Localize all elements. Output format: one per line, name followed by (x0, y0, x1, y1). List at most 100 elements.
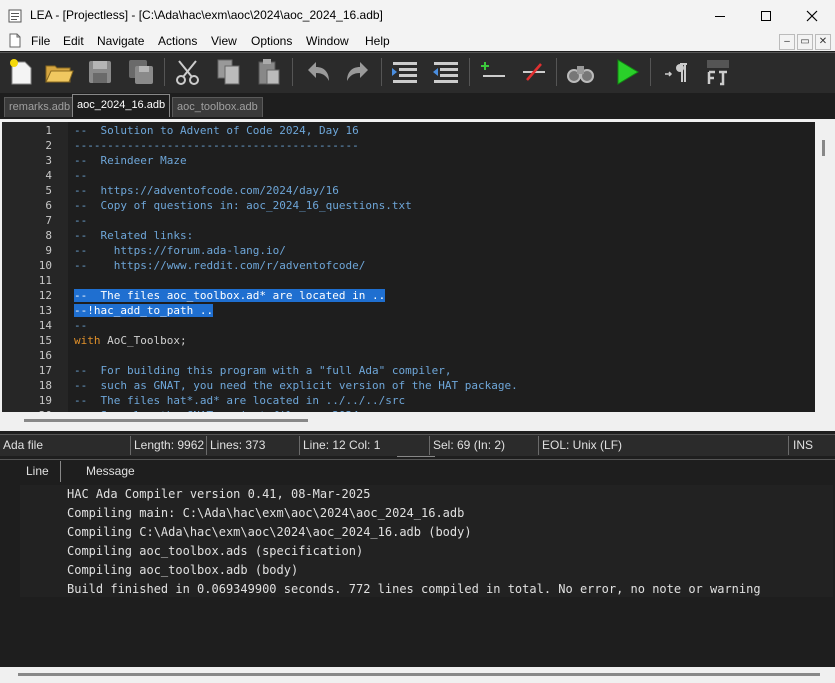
line-number: 1 (45, 124, 52, 137)
line-number: 14 (38, 319, 52, 332)
code-line[interactable]: -- such as GNAT, you need the explicit v… (74, 378, 518, 393)
line-number: 2 (45, 139, 52, 152)
toolbar-separator (469, 58, 470, 86)
status-cursor-position: Line: 12 Col: 1 (303, 438, 381, 452)
toolbar-separator (650, 58, 651, 86)
editor-horizontal-scroll-thumb[interactable] (24, 419, 308, 422)
message-row[interactable]: Compiling aoc_toolbox.adb (body) (67, 563, 298, 577)
code-line[interactable]: -- For building this program with a "ful… (74, 363, 452, 378)
app-icon (8, 9, 22, 23)
tab-remarks[interactable]: remarks.adb (4, 97, 76, 117)
line-number: 3 (45, 154, 52, 167)
paste-icon[interactable] (253, 56, 285, 88)
indent-icon[interactable] (389, 56, 421, 88)
new-file-icon[interactable] (5, 56, 37, 88)
column-divider[interactable] (60, 461, 61, 482)
close-button[interactable] (789, 0, 835, 31)
menu-file[interactable]: File (31, 33, 50, 49)
line-number: 7 (45, 214, 52, 227)
open-folder-icon[interactable] (43, 56, 75, 88)
case-icon[interactable] (701, 56, 733, 88)
status-separator (538, 436, 539, 455)
line-number: 16 (38, 349, 52, 362)
message-row[interactable]: Build finished in 0.069349900 seconds. 7… (67, 582, 761, 596)
status-bar (0, 434, 835, 456)
status-separator (130, 436, 131, 455)
line-number: 8 (45, 229, 52, 242)
code-line[interactable]: ----------------------------------------… (74, 138, 359, 153)
cut-icon[interactable] (172, 56, 204, 88)
editor-vertical-scrollbar[interactable] (815, 122, 833, 412)
menu-view[interactable]: View (211, 33, 237, 49)
document-icon[interactable] (8, 33, 22, 48)
toolbar-separator (164, 58, 165, 86)
show-special-icon[interactable] (660, 56, 692, 88)
column-header-message[interactable]: Message (86, 463, 135, 479)
maximize-button[interactable] (743, 0, 789, 31)
save-icon[interactable] (84, 56, 116, 88)
status-selection: Sel: 69 (In: 2) (433, 438, 506, 452)
line-number: 4 (45, 169, 52, 182)
save-all-icon[interactable] (125, 56, 157, 88)
line-number: 6 (45, 199, 52, 212)
code-line[interactable]: --!hac_add_to_path .. (74, 303, 214, 318)
mdi-restore-button[interactable]: ▭ (797, 34, 813, 50)
message-row[interactable]: Compiling main: C:\Ada\hac\exm\aoc\2024\… (67, 506, 464, 520)
unindent-icon[interactable] (430, 56, 462, 88)
status-insert-mode: INS (793, 438, 814, 452)
message-row[interactable]: Compiling aoc_toolbox.ads (specification… (67, 544, 363, 558)
menu-actions[interactable]: Actions (158, 33, 197, 49)
line-number: 17 (38, 364, 52, 377)
line-number: 9 (45, 244, 52, 257)
minimize-button[interactable] (697, 0, 743, 31)
code-line[interactable]: -- (74, 318, 87, 333)
menu-options[interactable]: Options (251, 33, 292, 49)
menu-help[interactable]: Help (365, 33, 390, 49)
code-line[interactable]: -- The files hat*.ad* are located in ../… (74, 393, 405, 408)
code-line[interactable]: -- Copy of questions in: aoc_2024_16_que… (74, 198, 412, 213)
code-keyword: with (74, 334, 101, 347)
code-line[interactable]: -- https://forum.ada-lang.io/ (74, 243, 286, 258)
toolbar-separator (556, 58, 557, 86)
status-lines: Lines: 373 (210, 438, 266, 452)
tab-aoc-toolbox[interactable]: aoc_toolbox.adb (172, 97, 263, 117)
code-line[interactable]: -- (74, 168, 87, 183)
undo-icon[interactable] (302, 56, 334, 88)
code-line[interactable]: with AoC_Toolbox; (74, 333, 187, 348)
code-editor[interactable]: 1 -- Solution to Advent of Code 2024, Day… (2, 122, 815, 412)
line-number: 10 (38, 259, 52, 272)
messages-list[interactable] (20, 485, 833, 597)
comment-icon[interactable] (477, 56, 509, 88)
messages-horizontal-scroll-thumb[interactable] (18, 673, 820, 676)
code-text: AoC_Toolbox; (100, 334, 187, 347)
code-line[interactable]: -- Related links: (74, 228, 193, 243)
mdi-close-button[interactable]: ✕ (815, 34, 831, 50)
selected-text: -- The files aoc_toolbox.ad* are located… (74, 289, 386, 302)
status-eol: EOL: Unix (LF) (542, 438, 623, 452)
status-separator (299, 436, 300, 455)
code-line[interactable]: -- Solution to Advent of Code 2024, Day … (74, 123, 359, 138)
column-header-line[interactable]: Line (26, 463, 49, 479)
editor-vertical-scroll-thumb[interactable] (822, 140, 825, 156)
message-row[interactable]: HAC Ada Compiler version 0.41, 08-Mar-20… (67, 487, 370, 501)
mdi-minimize-button[interactable]: – (779, 34, 795, 50)
line-number: 15 (38, 334, 52, 347)
tab-aoc-2024-16[interactable]: aoc_2024_16.adb (72, 94, 171, 117)
copy-icon[interactable] (213, 56, 245, 88)
redo-icon[interactable] (342, 56, 374, 88)
uncomment-icon[interactable] (517, 56, 549, 88)
run-icon[interactable] (611, 56, 643, 88)
find-icon[interactable] (564, 56, 596, 88)
line-number: 5 (45, 184, 52, 197)
close-icon (806, 10, 818, 21)
code-line[interactable]: -- The files aoc_toolbox.ad* are located… (74, 288, 386, 303)
code-line[interactable]: -- (74, 213, 87, 228)
menu-edit[interactable]: Edit (63, 33, 84, 49)
code-line[interactable]: -- https://www.reddit.com/r/adventofcode… (74, 258, 365, 273)
status-separator (206, 436, 207, 455)
message-row[interactable]: Compiling C:\Ada\hac\exm\aoc\2024\aoc_20… (67, 525, 472, 539)
code-line[interactable]: -- Reindeer Maze (74, 153, 187, 168)
code-line[interactable]: -- https://adventofcode.com/2024/day/16 (74, 183, 339, 198)
menu-navigate[interactable]: Navigate (97, 33, 144, 49)
menu-window[interactable]: Window (306, 33, 349, 49)
